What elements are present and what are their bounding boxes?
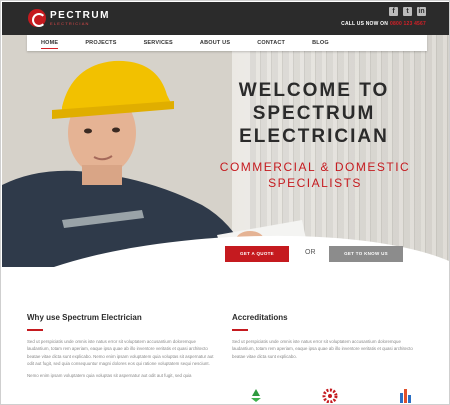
get-to-know-us-button[interactable]: GET TO KNOW US: [329, 246, 403, 262]
accreditations-paragraph: Sed ut perspiciatis unde omnis iste natu…: [232, 338, 413, 359]
hero-subtitle: COMMERCIAL & DOMESTIC SPECIALISTS: [202, 159, 428, 191]
accreditations-heading: Accreditations: [232, 313, 288, 322]
why-use-paragraph-2: Nemo enim ipsam voluptatem quia voluptas…: [27, 372, 192, 378]
accreditations-section: Accreditations Sed ut perspiciatis unde …: [232, 313, 422, 364]
twitter-icon[interactable]: t: [403, 7, 412, 16]
hero-subtitle-line-1: COMMERCIAL & DOMESTIC: [219, 160, 411, 174]
main-nav: HOME PROJECTS SERVICES ABOUT US CONTACT …: [27, 35, 427, 51]
page-frame: PECTRUM ELECTRICIAN f t in CALL US NOW O…: [0, 0, 450, 405]
hero-title-line-1: WELCOME TO: [238, 80, 390, 101]
why-use-section: Why use Spectrum Electrician Sed ut pers…: [27, 313, 217, 383]
accreditation-logos: [245, 387, 415, 403]
why-use-heading: Why use Spectrum Electrician: [27, 313, 142, 322]
recycle-logo-icon: [251, 389, 261, 402]
call-us: CALL US NOW ON 0800 123 4567: [341, 21, 426, 27]
logo-title: PECTRUM: [50, 9, 110, 21]
neck: [82, 165, 122, 185]
eye-right: [112, 127, 120, 133]
nav-item-contact[interactable]: CONTACT: [257, 35, 285, 51]
gear-logo-icon: [322, 388, 338, 403]
why-use-paragraph-1: Sed ut perspiciatis unde omnis iste natu…: [27, 338, 214, 367]
facebook-icon[interactable]: f: [389, 7, 398, 16]
heading-underline: [27, 329, 43, 331]
phone-number[interactable]: 0800 123 4567: [390, 21, 426, 27]
nav-item-blog[interactable]: BLOG: [312, 35, 329, 51]
electrician-photo: [2, 35, 312, 267]
get-a-quote-button[interactable]: GET A QUOTE: [225, 246, 289, 262]
hero-subtitle-line-2: SPECIALISTS: [268, 176, 362, 190]
top-bar: PECTRUM ELECTRICIAN f t in CALL US NOW O…: [2, 2, 449, 35]
hero-title-line-2: SPECTRUM: [252, 103, 376, 124]
social-links: f t in: [389, 7, 426, 16]
nav-item-home[interactable]: HOME: [41, 35, 59, 51]
hero-title: WELCOME TO SPECTRUM ELECTRICIAN: [224, 79, 404, 148]
logo-s-icon: [28, 9, 46, 27]
call-us-label: CALL US NOW ON: [341, 21, 389, 27]
linkedin-icon[interactable]: in: [417, 7, 426, 16]
hero-title-line-3: ELECTRICIAN: [239, 126, 389, 147]
site-logo[interactable]: PECTRUM ELECTRICIAN: [28, 9, 110, 27]
logo-tagline: ELECTRICIAN: [50, 20, 90, 26]
or-separator: OR: [305, 249, 316, 256]
nav-item-projects[interactable]: PROJECTS: [85, 35, 116, 51]
hero-banner: WELCOME TO SPECTRUM ELECTRICIAN COMMERCI…: [2, 35, 449, 267]
nav-item-services[interactable]: SERVICES: [144, 35, 173, 51]
heading-underline: [232, 329, 248, 331]
nav-item-about-us[interactable]: ABOUT US: [200, 35, 230, 51]
logo-text: PECTRUM ELECTRICIAN: [50, 9, 110, 26]
eye-left: [84, 128, 92, 134]
bar-logo-icon: [400, 389, 411, 403]
